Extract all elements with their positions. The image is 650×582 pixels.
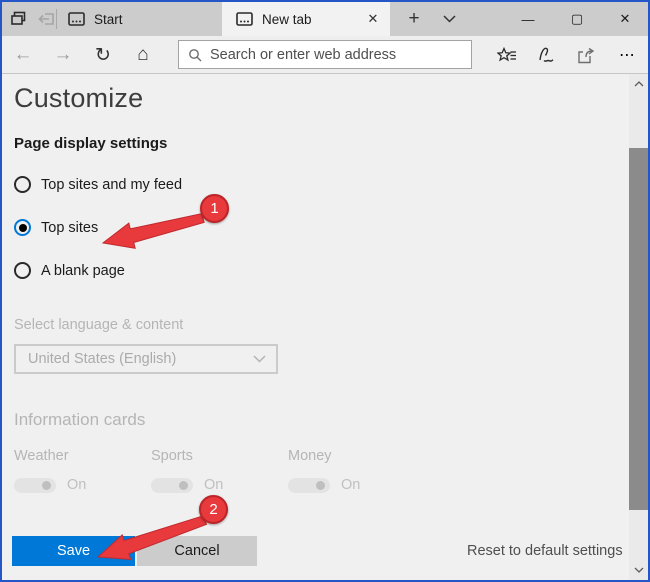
home-button[interactable]: ⌂ — [124, 36, 162, 74]
scroll-down-arrow[interactable] — [629, 562, 648, 578]
window-close-button[interactable]: ✕ — [603, 2, 647, 36]
address-placeholder: Search or enter web address — [210, 46, 397, 63]
settings-more-button[interactable]: ⋯ — [609, 36, 645, 74]
edge-browser-window: Start New tab ✕ + — ▢ ✕ ← → ↻ ⌂ Search o… — [0, 0, 650, 582]
panel-title: Customize — [14, 83, 144, 113]
toggle-switch[interactable] — [14, 477, 56, 493]
card-label: Weather — [14, 448, 69, 464]
dropdown-chevron-icon — [253, 355, 266, 363]
hub-favorites-button[interactable] — [489, 36, 525, 74]
scrollbar-thumb[interactable] — [629, 148, 648, 510]
toggle-state: On — [67, 477, 87, 493]
toggle-switch[interactable] — [288, 477, 330, 493]
chevron-down-icon — [634, 567, 643, 573]
window-maximize-button[interactable]: ▢ — [555, 2, 599, 36]
radio-option-blank-page[interactable]: A blank page — [14, 262, 125, 279]
radio-circle[interactable] — [14, 176, 31, 193]
tab-close-button[interactable]: ✕ — [364, 10, 382, 28]
refresh-button[interactable]: ↻ — [84, 36, 122, 74]
radio-circle[interactable] — [14, 262, 31, 279]
share-button[interactable] — [568, 36, 604, 74]
set-tabs-aside-icon — [38, 13, 54, 25]
forward-button[interactable]: → — [44, 36, 82, 74]
set-aside-tabs-preview-button[interactable] — [4, 2, 34, 36]
money-toggle[interactable]: On — [288, 477, 360, 493]
web-note-button[interactable] — [528, 36, 564, 74]
annotation-badge-2: 2 — [199, 495, 228, 524]
new-tab-button[interactable]: + — [398, 2, 430, 36]
back-button[interactable]: ← — [4, 36, 42, 74]
radio-label: Top sites and my feed — [41, 176, 183, 193]
vertical-scrollbar[interactable] — [629, 74, 648, 580]
language-label: Select language & content — [14, 317, 184, 333]
toggle-knob — [42, 480, 51, 490]
chevron-down-icon — [442, 15, 456, 23]
chevron-up-icon — [634, 81, 643, 87]
address-search-input[interactable]: Search or enter web address — [178, 40, 472, 69]
search-icon — [189, 48, 202, 61]
tab-new-tab[interactable]: New tab ✕ — [222, 2, 390, 36]
page-display-heading: Page display settings — [14, 135, 168, 152]
navigation-bar: ← → ↻ ⌂ Search or enter web address ⋯ — [2, 36, 648, 74]
annotation-arrow-1 — [101, 213, 205, 249]
card-money: Money — [288, 447, 418, 465]
toggle-knob — [316, 480, 325, 490]
annotation-badge-1: 1 — [200, 194, 229, 223]
language-value: United States (English) — [28, 351, 177, 367]
toggle-state: On — [341, 477, 361, 493]
favorites-star-icon — [497, 46, 516, 61]
radio-label: Top sites — [41, 219, 99, 236]
customize-panel: Customize Page display settings Top site… — [2, 74, 648, 580]
information-cards-heading: Information cards — [14, 410, 146, 429]
start-page-icon — [68, 12, 85, 26]
card-label: Sports — [151, 448, 193, 464]
cancel-button[interactable]: Cancel — [137, 536, 257, 566]
weather-toggle[interactable]: On — [14, 477, 86, 493]
tab-bar: Start New tab ✕ + — ▢ ✕ — [2, 2, 648, 36]
language-dropdown[interactable]: United States (English) — [14, 344, 278, 374]
save-button[interactable]: Save — [12, 536, 135, 566]
tab-preview-chevron-button[interactable] — [433, 2, 465, 36]
reset-defaults-link[interactable]: Reset to default settings — [467, 543, 629, 559]
card-sports: Sports — [151, 447, 281, 465]
radio-option-top-sites-and-feed[interactable]: Top sites and my feed — [14, 176, 182, 193]
sports-toggle[interactable]: On — [151, 477, 223, 493]
ink-pen-icon — [539, 47, 554, 62]
radio-option-top-sites[interactable]: Top sites — [14, 219, 98, 236]
new-tab-page-icon — [236, 12, 253, 26]
radio-circle[interactable] — [14, 219, 31, 236]
toggle-state: On — [204, 477, 224, 493]
share-icon — [577, 47, 594, 63]
radio-label: A blank page — [41, 262, 125, 279]
card-label: Money — [288, 448, 332, 464]
card-weather: Weather — [14, 447, 144, 465]
tab-new-tab-label: New tab — [262, 11, 312, 27]
tab-start[interactable]: Start — [57, 2, 222, 36]
tab-start-label: Start — [94, 11, 123, 27]
toggle-switch[interactable] — [151, 477, 193, 493]
window-minimize-button[interactable]: — — [506, 2, 550, 36]
toggle-knob — [179, 480, 188, 490]
scroll-up-arrow[interactable] — [629, 76, 648, 92]
tab-preview-icon — [11, 11, 26, 25]
